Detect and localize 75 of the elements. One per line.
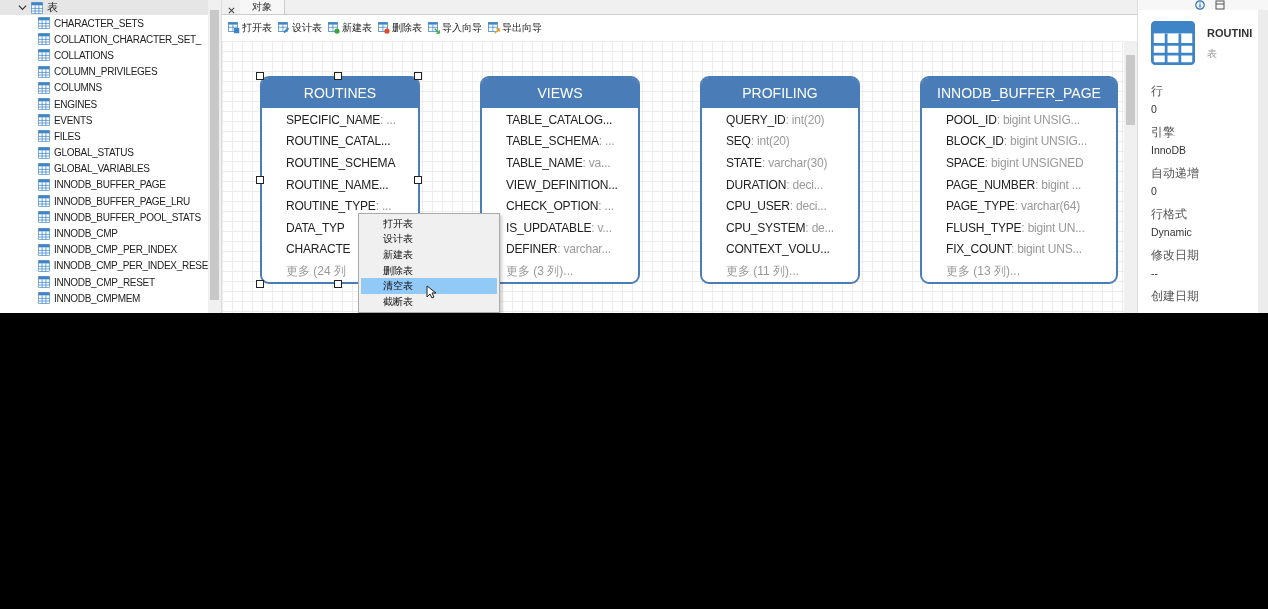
toolbar-button[interactable]: 删除表	[378, 21, 422, 35]
tree-item[interactable]: ENGINES	[0, 95, 208, 113]
tree-item[interactable]: INNODB_CMP_PER_INDEX	[0, 241, 208, 258]
property-value: 0	[1151, 185, 1158, 197]
tree-item[interactable]: INNODB_CMP_PER_INDEX_RESE	[0, 257, 208, 274]
field-row-text: ROUTINE_CATAL...	[286, 133, 391, 151]
tree-item[interactable]: COLLATION_CHARACTER_SET_	[0, 31, 208, 48]
field-row-text: TABLE_NAME: va...	[506, 155, 611, 173]
field-row-text: SEQ: int(20)	[726, 133, 790, 151]
field-row-text: VIEW_DEFINITION...	[506, 176, 618, 194]
field-row-text: STATE: varchar(30)	[726, 155, 828, 173]
property-label: 引擎	[1151, 124, 1176, 141]
field-row-text: QUERY_ID: int(20)	[726, 111, 825, 129]
field-row-text: PAGE_NUMBER: bigint ...	[946, 176, 1082, 194]
field-row-text: CHECK_OPTION: ...	[506, 198, 614, 216]
property-label: 修改日期	[1151, 247, 1200, 264]
tree-item[interactable]: CHARACTER_SETS	[0, 15, 208, 32]
field-row-text: ROUTINE_SCHEMA	[286, 155, 396, 173]
object-name: ROUTINI	[1207, 27, 1253, 39]
tree-item[interactable]: EVENTS	[0, 112, 208, 129]
tab[interactable]: 对象	[240, 0, 285, 14]
table-card[interactable]: PROFILING QUERY_ID: int(20) SEQ: int(20) STATE: varchar(30) DURATION: deci... CPU_USER: deci... CPU_SYSTEM: de... CONTEXT_VOLU... 更多 (11 列)...	[700, 76, 860, 284]
field-row-text: POOL_ID: bigint UNSIG...	[946, 111, 1080, 129]
field-row-text: CPU_SYSTEM: de...	[726, 219, 834, 237]
tree-item[interactable]: INNODB_BUFFER_PAGE_LRU	[0, 193, 208, 210]
field-row-text: ROUTINE_NAME...	[286, 176, 389, 194]
toolbar-button[interactable]: 新建表	[328, 21, 372, 35]
property-value: Dynamic	[1151, 226, 1193, 238]
field-row-text: DEFINER: varchar...	[506, 241, 611, 259]
toolbar-button[interactable]: 导入向导	[428, 21, 482, 35]
field-row-text: SPACE: bigint UNSIGNED	[946, 155, 1084, 173]
tree-item[interactable]: GLOBAL_STATUS	[0, 144, 208, 161]
field-row-text: BLOCK_ID: bigint UNSIG...	[946, 133, 1088, 151]
field-row-text: DURATION: deci...	[726, 176, 824, 194]
field-row-text: FLUSH_TYPE: bigint UN...	[946, 219, 1085, 237]
menu-item[interactable]: 截断表	[361, 293, 497, 310]
object-type: 表	[1207, 47, 1218, 61]
field-row-text: CONTEXT_VOLU...	[726, 241, 830, 259]
field-row-text: SPECIFIC_NAME: ...	[286, 111, 396, 129]
table-card[interactable]: VIEWS TABLE_CATALOG... TABLE_SCHEMA: ... TABLE_NAME: va... VIEW_DEFINITION... CHECK_OPTION: ... IS_UPDATABLE: v... DEFINER: varchar... 更多 (3 列)...	[480, 76, 640, 284]
property-label: 行	[1151, 83, 1164, 100]
field-row-text: CPU_USER: deci...	[726, 198, 827, 216]
property-label: 行格式	[1151, 206, 1188, 223]
menu-item[interactable]: 清空表	[361, 278, 497, 294]
tree-group-label[interactable]: 表	[47, 0, 58, 15]
tree-item[interactable]: FILES	[0, 128, 208, 145]
table-title: ROUTINES	[262, 78, 418, 108]
tree-item[interactable]: INNODB_BUFFER_POOL_STATS	[0, 209, 208, 226]
toolbar-button[interactable]: 打开表	[228, 21, 272, 35]
tree-item[interactable]: COLLATIONS	[0, 47, 208, 64]
field-row-text: FIX_COUNT: bigint UNS...	[946, 241, 1082, 259]
field-row-text: TABLE_CATALOG...	[506, 111, 613, 129]
property-label: 自动递增	[1151, 165, 1200, 182]
field-row-text: TABLE_SCHEMA: ...	[506, 133, 615, 151]
field-row-text: CHARACTE	[286, 241, 351, 259]
tree-item[interactable]: COLUMN_PRIVILEGES	[0, 63, 208, 80]
toolbar-button[interactable]: 导出向导	[488, 21, 542, 35]
tree-item[interactable]: INNODB_CMPMEM	[0, 290, 208, 307]
property-value: InnoDB	[1151, 144, 1188, 156]
tree-item[interactable]: INNODB_CMP_RESET	[0, 274, 208, 291]
table-title: VIEWS	[482, 78, 638, 108]
tree-item[interactable]: COLUMNS	[0, 79, 208, 96]
property-value: 0	[1151, 103, 1158, 115]
tree-item[interactable]: INNODB_CMP	[0, 225, 208, 242]
field-row-text: ROUTINE_TYPE: ...	[286, 198, 392, 216]
field-row-text: DATA_TYP	[286, 219, 345, 237]
field-row-text: IS_UPDATABLE: v...	[506, 219, 612, 237]
toolbar-button[interactable]: 设计表	[278, 21, 322, 35]
tree-item[interactable]: GLOBAL_VARIABLES	[0, 160, 208, 177]
field-row-text: PAGE_TYPE: varchar(64)	[946, 198, 1081, 216]
property-label: 创建日期	[1151, 288, 1200, 305]
tree-item[interactable]: INNODB_BUFFER_PAGE	[0, 176, 208, 194]
table-title: PROFILING	[702, 78, 858, 108]
property-value: --	[1151, 267, 1159, 279]
table-title: INNODB_BUFFER_PAGE	[922, 78, 1116, 108]
